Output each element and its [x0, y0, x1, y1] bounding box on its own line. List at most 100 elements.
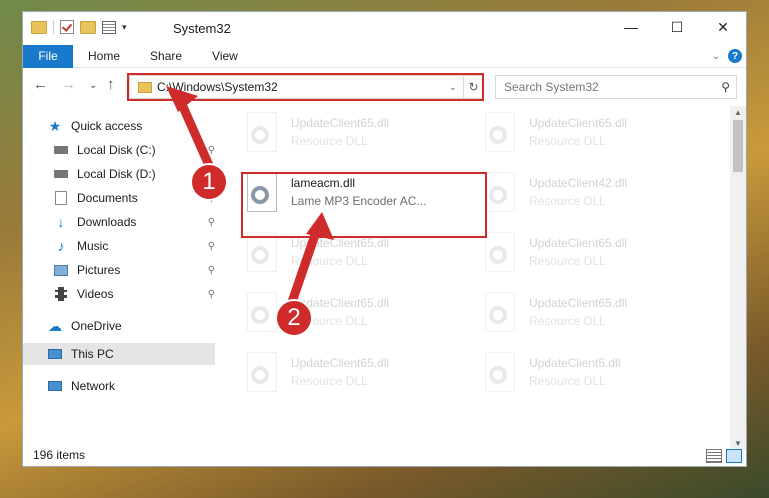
- back-button[interactable]: ←: [33, 76, 48, 93]
- file-description: Resource DLL: [291, 134, 368, 148]
- quick-access-toolbar: ▾: [31, 20, 127, 34]
- file-description: Resource DLL: [529, 374, 606, 388]
- sidebar-item-downloads[interactable]: ↓ Downloads ⚲: [53, 211, 216, 233]
- computer-icon: [47, 347, 63, 361]
- tab-file[interactable]: File: [23, 44, 73, 68]
- cloud-icon: ☁: [48, 317, 62, 334]
- tab-view[interactable]: View: [197, 49, 253, 63]
- dll-file-icon: [481, 292, 521, 340]
- navigation-pane: ★ Quick access Local Disk (C:) ⚲ Local D…: [23, 110, 215, 444]
- sidebar-item-network[interactable]: Network: [47, 375, 115, 397]
- drive-icon: [53, 167, 69, 181]
- properties-check-icon[interactable]: [60, 20, 74, 34]
- search-placeholder: Search System32: [504, 80, 599, 94]
- scrollbar-thumb[interactable]: [733, 120, 743, 172]
- address-dropdown-icon[interactable]: ⌄: [449, 82, 463, 93]
- file-item[interactable]: UpdateClient65.dll Resource DLL: [243, 232, 463, 288]
- sidebar-item-label: This PC: [71, 347, 114, 361]
- dll-file-icon: [243, 112, 283, 160]
- minimize-button[interactable]: —: [608, 12, 654, 42]
- recent-locations-dropdown[interactable]: ⌄: [89, 80, 97, 91]
- file-name: UpdateClient65.dll: [291, 236, 390, 250]
- file-name: UpdateClient65.dll: [291, 116, 390, 130]
- file-description: Resource DLL: [529, 254, 606, 268]
- details-view-icon[interactable]: [706, 449, 722, 463]
- sidebar-item-this-pc[interactable]: This PC: [23, 343, 215, 365]
- music-icon: ♪: [57, 238, 65, 254]
- large-icons-view-icon[interactable]: [726, 449, 742, 463]
- sidebar-item-label: Downloads: [77, 215, 137, 229]
- sidebar-item-label: Music: [77, 239, 109, 253]
- dll-file-icon: [481, 112, 521, 160]
- address-bar[interactable]: C:\Windows\System32 ⌄ ↻: [129, 75, 484, 99]
- sidebar-item-label: Network: [71, 379, 116, 393]
- pin-icon[interactable]: ⚲: [208, 217, 215, 228]
- folder-icon[interactable]: [31, 20, 47, 34]
- sidebar-item-label: OneDrive: [71, 319, 122, 333]
- window-title: System32: [173, 21, 231, 36]
- dll-file-icon: [481, 352, 521, 400]
- file-name: UpdateClient42.dll: [529, 176, 628, 190]
- status-bar: 196 items: [23, 444, 746, 466]
- file-item[interactable]: UpdateClient65.dll Resource DLL: [243, 352, 463, 408]
- help-icon[interactable]: ?: [728, 49, 742, 63]
- file-name: UpdateClient5.dll: [529, 356, 621, 370]
- file-item[interactable]: UpdateClient42.dll Resource DLL: [481, 172, 701, 228]
- step-1-marker: 1: [190, 163, 228, 201]
- sidebar-item-label: Videos: [77, 287, 114, 301]
- tab-share[interactable]: Share: [135, 49, 197, 63]
- navigation-bar: ← → ⌄ ↑ C:\Windows\System32 ⌄ ↻ Search S…: [23, 72, 746, 102]
- scroll-up-icon[interactable]: ▲: [730, 108, 746, 117]
- address-path[interactable]: C:\Windows\System32: [157, 80, 449, 94]
- file-description: Resource DLL: [291, 374, 368, 388]
- tab-home[interactable]: Home: [73, 49, 135, 63]
- file-item[interactable]: UpdateClient65.dll Resource DLL: [243, 112, 463, 168]
- sidebar-item-videos[interactable]: Videos ⚲: [53, 283, 215, 305]
- file-list: UpdateClient65.dll Resource DLL UpdateCli…: [223, 106, 733, 448]
- sidebar-item-documents[interactable]: Documents ⚲: [53, 187, 215, 209]
- pin-icon[interactable]: ⚲: [208, 145, 215, 156]
- pin-icon[interactable]: ⚲: [208, 265, 215, 276]
- sidebar-item-music[interactable]: ♪ Music ⚲: [53, 235, 216, 257]
- toolbar-divider: [53, 20, 54, 34]
- customize-toolbar-dropdown[interactable]: ▾: [122, 22, 127, 33]
- up-button[interactable]: ↑: [107, 76, 115, 93]
- pin-icon[interactable]: ⚲: [208, 289, 215, 300]
- search-icon[interactable]: ⚲: [721, 80, 730, 94]
- file-name: UpdateClient65.dll: [291, 356, 390, 370]
- file-item[interactable]: UpdateClient5.dll Resource DLL: [481, 352, 701, 408]
- file-item[interactable]: UpdateClient65.dll Resource DLL: [481, 232, 701, 288]
- close-button[interactable]: ✕: [700, 12, 746, 42]
- forward-button[interactable]: →: [61, 76, 76, 93]
- download-icon: ↓: [57, 214, 65, 230]
- file-name: UpdateClient65.dll: [529, 296, 628, 310]
- dll-file-icon: [481, 172, 521, 220]
- maximize-button[interactable]: ☐: [654, 12, 700, 42]
- file-description: Resource DLL: [529, 134, 606, 148]
- drive-icon: [53, 143, 69, 157]
- window-controls: — ☐ ✕: [608, 12, 746, 42]
- file-name: UpdateClient65.dll: [529, 236, 628, 250]
- network-icon: [47, 379, 63, 393]
- documents-icon: [53, 191, 69, 205]
- properties-icon[interactable]: [102, 20, 116, 34]
- sidebar-item-local-disk-c[interactable]: Local Disk (C:) ⚲: [53, 139, 215, 161]
- file-description: Resource DLL: [529, 194, 606, 208]
- sidebar-item-onedrive[interactable]: ☁ OneDrive: [47, 315, 122, 337]
- ribbon-options: ⌄ ?: [712, 49, 742, 63]
- file-item[interactable]: UpdateClient65.dll Resource DLL: [481, 292, 701, 348]
- expand-ribbon-icon[interactable]: ⌄: [712, 51, 720, 62]
- file-item[interactable]: UpdateClient65.dll Resource DLL: [481, 112, 701, 168]
- refresh-button[interactable]: ↻: [463, 76, 483, 98]
- vertical-scrollbar[interactable]: ▲ ▼: [730, 106, 746, 450]
- folder-icon: [138, 81, 152, 93]
- sidebar-item-pictures[interactable]: Pictures ⚲: [53, 259, 215, 281]
- sidebar-item-label: Local Disk (D:): [77, 167, 156, 181]
- sidebar-item-quick-access[interactable]: ★ Quick access: [47, 115, 143, 137]
- search-input[interactable]: Search System32 ⚲: [495, 75, 737, 99]
- dll-file-icon: [243, 352, 283, 400]
- pin-icon[interactable]: ⚲: [208, 241, 215, 252]
- sidebar-item-label: Local Disk (C:): [77, 143, 156, 157]
- sidebar-item-label: Quick access: [71, 119, 143, 133]
- new-folder-icon[interactable]: [80, 20, 96, 34]
